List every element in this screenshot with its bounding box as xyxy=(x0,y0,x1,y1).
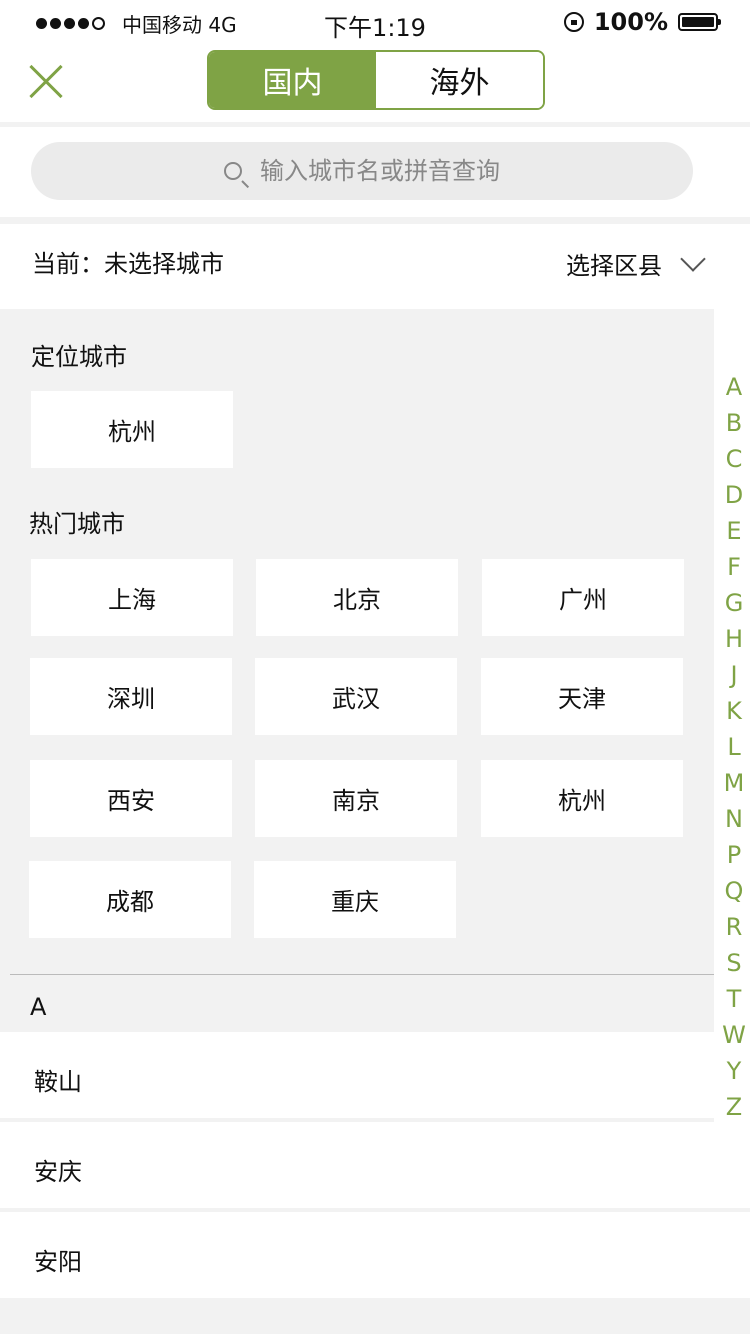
list-letter-header: A xyxy=(30,993,47,1021)
chevron-down-icon xyxy=(680,245,706,272)
index-letter[interactable]: A xyxy=(718,374,750,400)
index-letter[interactable]: M xyxy=(718,770,750,796)
index-letter[interactable]: T xyxy=(718,986,750,1012)
list-item-label: 鞍山 xyxy=(34,1068,82,1096)
alphabet-index[interactable]: A B C D E F G H J K L M N P Q R S T W Y … xyxy=(714,309,750,1125)
index-letter[interactable]: P xyxy=(718,842,750,868)
hot-city-button[interactable]: 北京 xyxy=(256,559,458,636)
battery-percent: 100% xyxy=(593,8,668,36)
search-icon xyxy=(224,162,242,180)
current-city-label: 当前：未选择城市 xyxy=(32,250,224,278)
index-letter[interactable]: C xyxy=(718,446,750,472)
list-item-label: 安阳 xyxy=(34,1248,82,1276)
hot-city-button[interactable]: 广州 xyxy=(482,559,684,636)
hot-city-button[interactable]: 天津 xyxy=(481,658,683,735)
list-item[interactable]: 鞍山 xyxy=(0,1032,750,1118)
select-district-label: 选择区县 xyxy=(566,252,662,280)
index-letter[interactable]: K xyxy=(718,698,750,724)
index-letter[interactable]: W xyxy=(718,1022,750,1048)
hot-city-button[interactable]: 成都 xyxy=(29,861,231,938)
rotation-lock-icon xyxy=(563,12,584,32)
select-district-button[interactable]: 选择区县 xyxy=(566,245,706,281)
search-box[interactable] xyxy=(31,142,693,200)
index-letter[interactable]: H xyxy=(718,626,750,652)
index-letter[interactable]: G xyxy=(718,590,750,616)
index-letter[interactable]: Q xyxy=(718,878,750,904)
hot-cities-title: 热门城市 xyxy=(29,510,125,538)
status-bar: 中国移动 4G 下午1:19 100% xyxy=(0,0,750,44)
index-letter[interactable]: J xyxy=(718,662,750,688)
hot-city-button[interactable]: 深圳 xyxy=(30,658,232,735)
location-city-title: 定位城市 xyxy=(31,343,127,371)
current-city-bar: 当前：未选择城市 选择区县 xyxy=(0,224,750,309)
index-letter[interactable]: F xyxy=(718,554,750,580)
section-divider xyxy=(10,974,714,975)
list-item-label: 安庆 xyxy=(34,1158,82,1186)
battery-area: 100% xyxy=(563,8,721,36)
search-area xyxy=(0,127,750,217)
index-letter[interactable]: Z xyxy=(718,1094,750,1120)
hot-city-button[interactable]: 重庆 xyxy=(254,861,456,938)
index-letter[interactable]: Y xyxy=(718,1058,750,1084)
index-letter[interactable]: R xyxy=(718,914,750,940)
index-letter[interactable]: D xyxy=(718,482,750,508)
tab-domestic[interactable]: 国内 xyxy=(209,52,376,108)
close-icon[interactable] xyxy=(28,64,64,100)
index-letter[interactable]: L xyxy=(718,734,750,760)
index-letter[interactable]: S xyxy=(718,950,750,976)
hot-city-button[interactable]: 杭州 xyxy=(481,760,683,837)
location-city-button[interactable]: 杭州 xyxy=(31,391,233,468)
index-letter[interactable]: E xyxy=(718,518,750,544)
region-segmented-control: 国内 海外 xyxy=(207,50,545,110)
index-letter[interactable]: B xyxy=(718,410,750,436)
list-item[interactable]: 安阳 xyxy=(0,1212,750,1298)
hot-city-button[interactable]: 南京 xyxy=(255,760,457,837)
list-item[interactable]: 安庆 xyxy=(0,1122,750,1208)
nav-bar: 国内 海外 xyxy=(0,44,750,122)
hot-city-button[interactable]: 西安 xyxy=(30,760,232,837)
hot-city-button[interactable]: 上海 xyxy=(31,559,233,636)
battery-icon xyxy=(678,13,721,31)
tab-overseas[interactable]: 海外 xyxy=(376,52,543,108)
hot-city-button[interactable]: 武汉 xyxy=(255,658,457,735)
index-letter[interactable]: N xyxy=(718,806,750,832)
search-input[interactable] xyxy=(260,157,500,185)
